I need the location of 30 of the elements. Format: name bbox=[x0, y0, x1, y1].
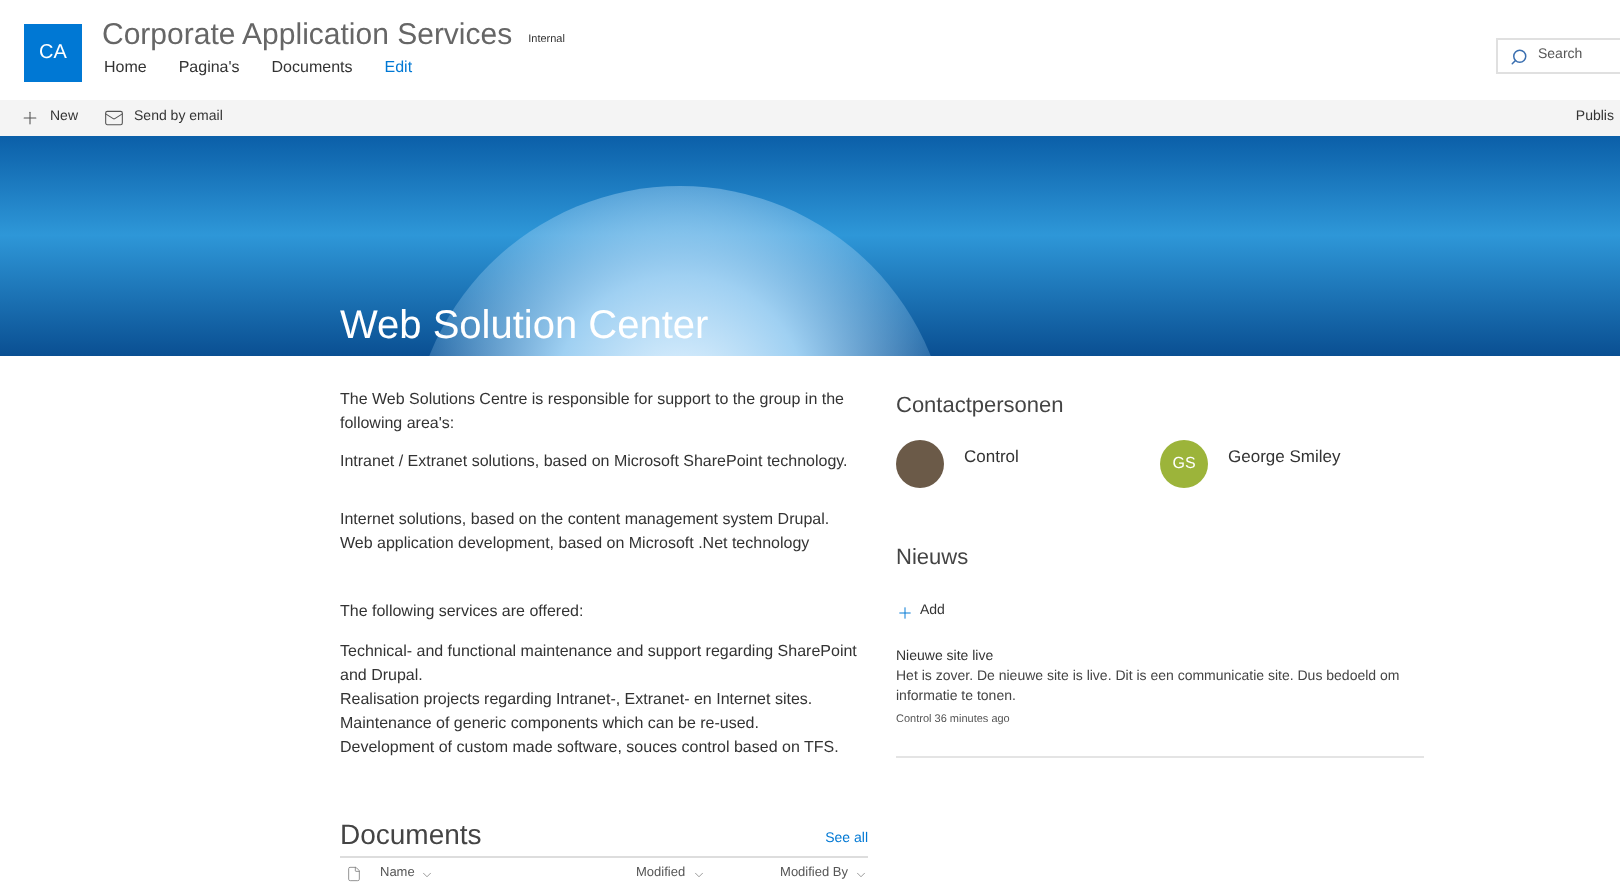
body-text: The following services are offered: bbox=[340, 600, 586, 624]
avatar-photo bbox=[896, 439, 944, 487]
chevron-icon bbox=[691, 867, 706, 881]
body-text: Technical- and functional maintenance and support regarding SharePoint and Drupal. bbox=[340, 640, 859, 688]
body-text: Internet solutions, based on the content management system Drupal. bbox=[340, 508, 832, 532]
site-logo[interactable]: CA bbox=[24, 24, 82, 82]
chevron-icon bbox=[854, 867, 868, 881]
section-title: Nieuws bbox=[896, 543, 971, 573]
search-icon bbox=[1510, 47, 1528, 65]
site-title: Corporate Application Services bbox=[102, 18, 513, 54]
plus-icon bbox=[20, 108, 40, 128]
contact-name[interactable]: George Smiley bbox=[1228, 444, 1341, 470]
body-text: Intranet / Extranet solutions, based on Microsoft SharePoint technology. bbox=[340, 450, 850, 474]
nav-link[interactable]: Documents bbox=[271, 56, 353, 80]
avatar: GS bbox=[1160, 439, 1208, 487]
nav-link[interactable]: Home bbox=[104, 56, 147, 80]
chevron-icon bbox=[420, 867, 435, 881]
body-text: Development of custom made software, souces control based on TFS. bbox=[340, 736, 841, 760]
body-text: Web application development, based on Microsoft .Net technology bbox=[340, 532, 812, 556]
plus-icon bbox=[896, 603, 914, 622]
body-text: The Web Solutions Centre is responsible for support to the group in the following area's: bbox=[340, 388, 846, 436]
contact-name[interactable]: Control bbox=[964, 444, 1019, 470]
file-icon bbox=[346, 866, 362, 882]
nav-link[interactable]: Pagina's bbox=[178, 56, 240, 80]
nav-link[interactable]: Edit bbox=[384, 56, 413, 80]
section-title: Documents bbox=[340, 818, 482, 850]
section-title: Contactpersonen bbox=[896, 392, 1066, 422]
mail-icon bbox=[104, 108, 125, 128]
body-text: Realisation projects regarding Intranet-, Extranet- en Internet sites. bbox=[340, 688, 815, 712]
body-text: Maintenance of generic components which can be re-used. bbox=[340, 712, 761, 736]
